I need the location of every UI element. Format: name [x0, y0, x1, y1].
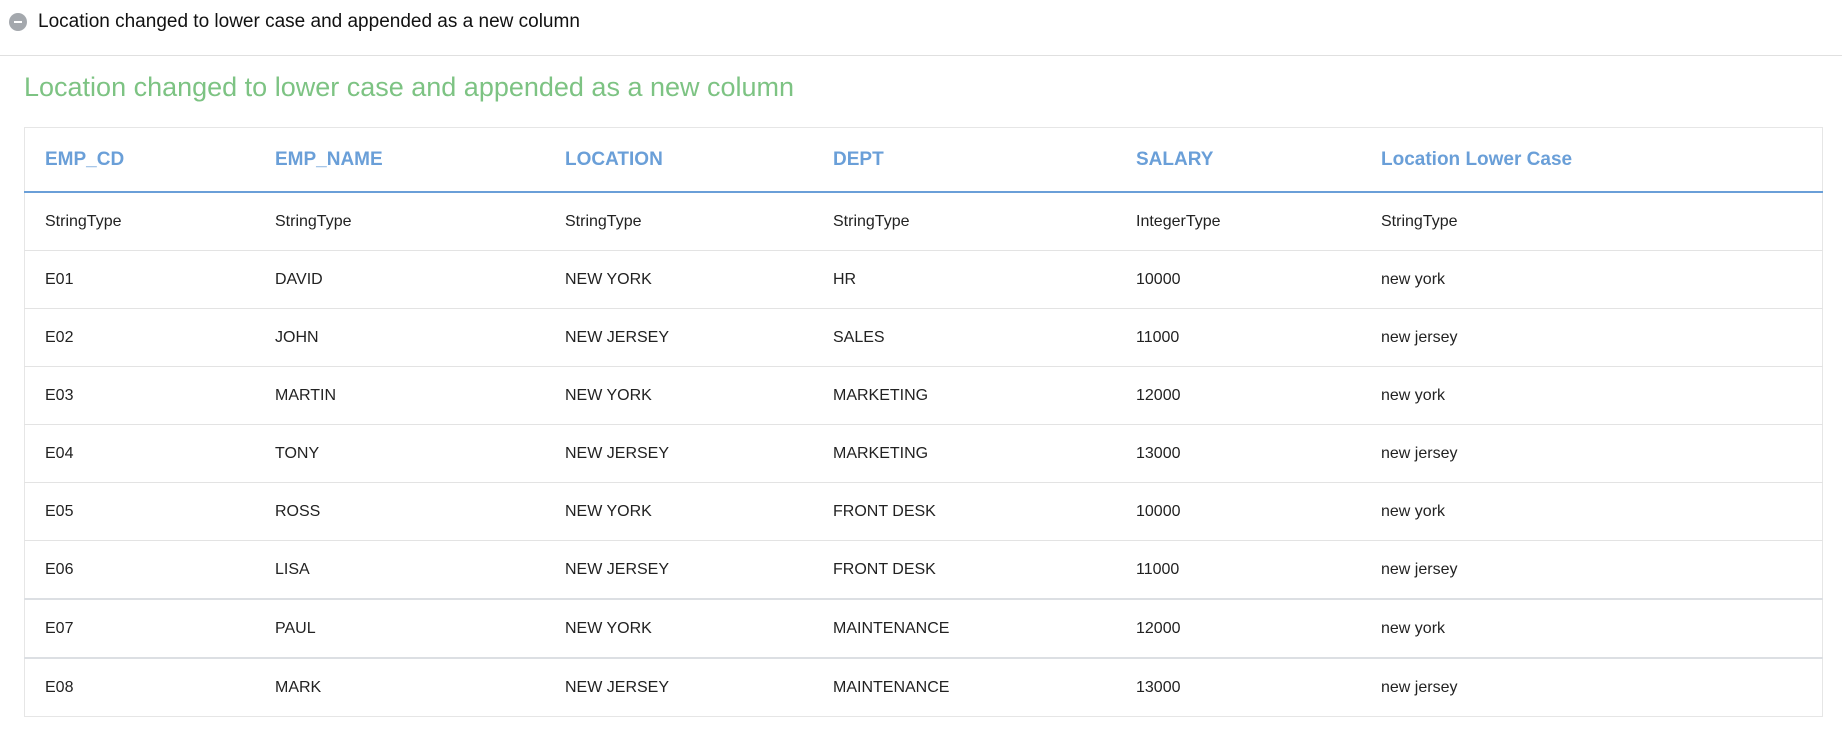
table-cell: MAINTENANCE	[813, 598, 1116, 658]
table-cell: MARKETING	[813, 366, 1116, 425]
section-title: Location changed to lower case and appen…	[38, 11, 580, 32]
table-cell: NEW JERSEY	[545, 657, 813, 717]
header-row: EMP_CD EMP_NAME LOCATION DEPT SALARY Loc…	[24, 127, 1823, 193]
table-cell: 13000	[1116, 424, 1361, 483]
table-cell: DAVID	[255, 250, 545, 309]
table-cell: new york	[1361, 366, 1823, 425]
table-cell: IntegerType	[1116, 191, 1361, 251]
table-cell: TONY	[255, 424, 545, 483]
column-header[interactable]: EMP_NAME	[255, 127, 545, 193]
section-header[interactable]: Location changed to lower case and appen…	[0, 0, 1842, 56]
table-cell: NEW YORK	[545, 250, 813, 309]
table-cell: NEW JERSEY	[545, 424, 813, 483]
type-row: StringType StringType StringType StringType…	[24, 191, 1823, 251]
table-row: E03 MARTIN NEW YORK MARKETING 12000 new york	[24, 366, 1823, 425]
data-table: EMP_CD EMP_NAME LOCATION DEPT SALARY Loc…	[24, 127, 1823, 717]
table-cell: FRONT DESK	[813, 482, 1116, 541]
table-cell: E07	[24, 598, 255, 658]
column-header[interactable]: EMP_CD	[24, 127, 255, 193]
table-row: E08 MARK NEW JERSEY MAINTENANCE 13000 new jer…	[24, 657, 1823, 717]
table-cell: ROSS	[255, 482, 545, 541]
table-cell: new jersey	[1361, 540, 1823, 599]
table-cell: E04	[24, 424, 255, 483]
table-row: E04 TONY NEW JERSEY MARKETING 13000 new jerse…	[24, 424, 1823, 483]
table-cell: PAUL	[255, 598, 545, 658]
table-cell: 10000	[1116, 482, 1361, 541]
table-cell: StringType	[813, 191, 1116, 251]
table-cell: NEW YORK	[545, 482, 813, 541]
table-cell: 11000	[1116, 308, 1361, 367]
table-cell: JOHN	[255, 308, 545, 367]
table-cell: E06	[24, 540, 255, 599]
table-cell: E01	[24, 250, 255, 309]
table-row: E01 DAVID NEW YORK HR 10000 new york	[24, 250, 1823, 309]
column-header[interactable]: DEPT	[813, 127, 1116, 193]
table-cell: MARKETING	[813, 424, 1116, 483]
table-cell: NEW JERSEY	[545, 540, 813, 599]
table-cell: 12000	[1116, 598, 1361, 658]
table-row: E05 ROSS NEW YORK FRONT DESK 10000 new york	[24, 482, 1823, 541]
table-row: E06 LISA NEW JERSEY FRONT DESK 11000 new jers…	[24, 540, 1823, 599]
table-cell: 13000	[1116, 657, 1361, 717]
table-cell: FRONT DESK	[813, 540, 1116, 599]
column-header[interactable]: LOCATION	[545, 127, 813, 193]
table-cell: new jersey	[1361, 308, 1823, 367]
table-cell: E05	[24, 482, 255, 541]
column-header[interactable]: Location Lower Case	[1361, 127, 1823, 193]
table-cell: StringType	[24, 191, 255, 251]
table-cell: MARK	[255, 657, 545, 717]
table-cell: NEW YORK	[545, 598, 813, 658]
table-cell: StringType	[255, 191, 545, 251]
table-cell: E03	[24, 366, 255, 425]
column-header[interactable]: SALARY	[1116, 127, 1361, 193]
table-cell: HR	[813, 250, 1116, 309]
table-cell: LISA	[255, 540, 545, 599]
table-cell: StringType	[1361, 191, 1823, 251]
table-cell: MARTIN	[255, 366, 545, 425]
table-cell: new york	[1361, 598, 1823, 658]
table-cell: new jersey	[1361, 657, 1823, 717]
table-cell: StringType	[545, 191, 813, 251]
table-cell: new york	[1361, 482, 1823, 541]
table-cell: new jersey	[1361, 424, 1823, 483]
table-row: E07 PAUL NEW YORK MAINTENANCE 12000 new york	[24, 598, 1823, 658]
table-cell: NEW YORK	[545, 366, 813, 425]
table-cell: E08	[24, 657, 255, 717]
table-cell: 11000	[1116, 540, 1361, 599]
collapse-minus-icon[interactable]	[9, 13, 27, 31]
table-cell: 12000	[1116, 366, 1361, 425]
table-cell: MAINTENANCE	[813, 657, 1116, 717]
table-cell: NEW JERSEY	[545, 308, 813, 367]
table-cell: new york	[1361, 250, 1823, 309]
table-row: E02 JOHN NEW JERSEY SALES 11000 new jersey	[24, 308, 1823, 367]
table-cell: SALES	[813, 308, 1116, 367]
page-title: Location changed to lower case and appen…	[24, 72, 795, 102]
table-cell: E02	[24, 308, 255, 367]
table-cell: 10000	[1116, 250, 1361, 309]
